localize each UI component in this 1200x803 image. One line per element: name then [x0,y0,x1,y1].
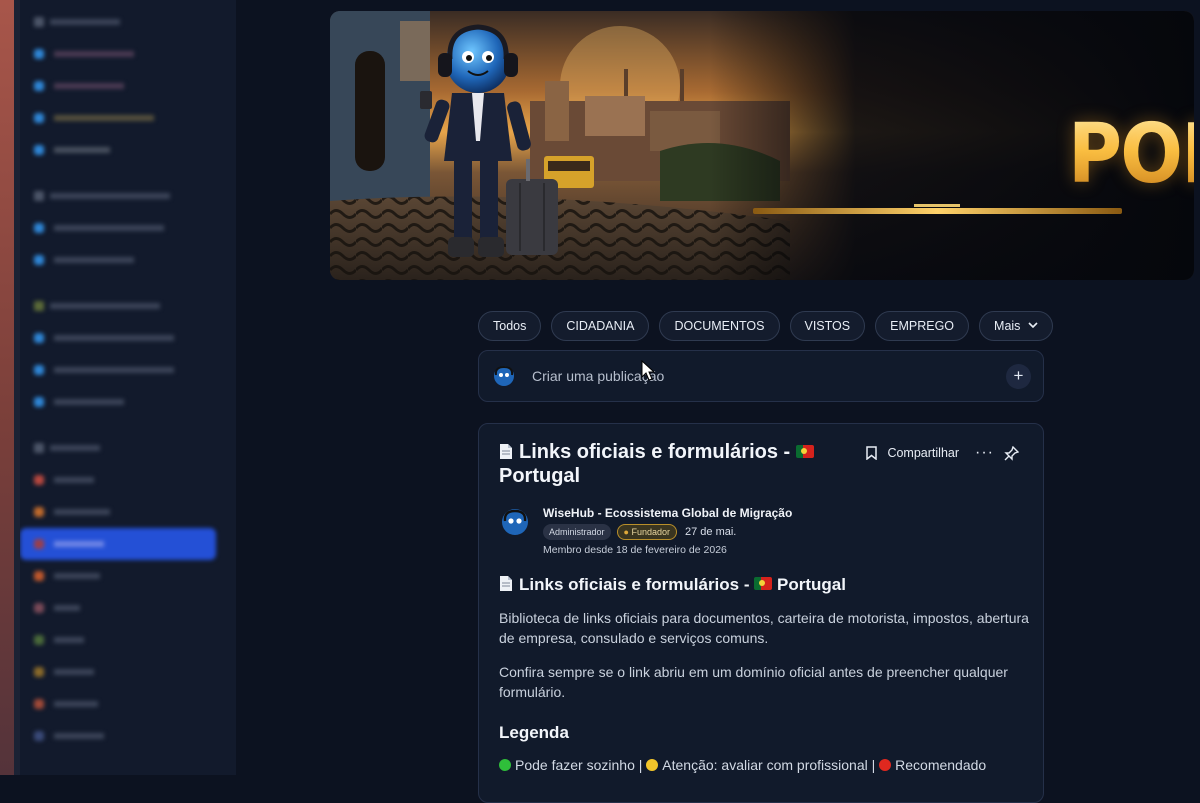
sidebar-blurred-content [20,0,236,752]
pin-icon[interactable] [1004,445,1019,461]
legend-red: Recomendado [895,757,987,773]
create-post-composer[interactable]: Criar uma publicação + [478,350,1044,402]
sidebar-item[interactable] [20,38,216,70]
sidebar [20,0,236,775]
sidebar-item[interactable] [20,624,216,656]
legend-yellow: Atenção: avaliar com profissional [662,757,868,773]
founder-badge: ● Fundador [616,524,677,540]
sidebar-item[interactable] [20,102,216,134]
bookmark-icon[interactable] [866,446,878,460]
sidebar-item[interactable] [20,592,216,624]
sidebar-section-3 [34,298,236,314]
legend-heading: Legenda [499,723,569,742]
sidebar-item[interactable] [20,656,216,688]
sidebar-section-2 [34,188,236,204]
post-actions: Compartilhar ··· [866,444,1019,462]
sidebar-item-portugal[interactable] [20,528,216,560]
post-heading: Links oficiais e formulários - Portugal [499,575,846,595]
post-heading-text: Links oficiais e formulários - [519,575,750,594]
add-post-button[interactable]: + [1006,364,1031,389]
sidebar-item[interactable] [20,244,216,276]
green-circle-icon [499,759,511,771]
legend-separator: | [638,757,643,773]
sidebar-item[interactable] [20,386,216,418]
sidebar-item[interactable] [20,70,216,102]
legend-line: Pode fazer sozinho | Atenção: avaliar co… [499,757,986,773]
sidebar-item[interactable] [20,720,216,752]
portugal-flag-icon [795,445,814,458]
sidebar-item[interactable] [20,322,216,354]
legend-separator: | [871,757,876,773]
sidebar-item[interactable] [20,496,216,528]
post-card: Links oficiais e formulários - Portugal … [478,423,1044,803]
legend-green: Pode fazer sozinho [515,757,635,773]
member-since: Membro desde 18 de fevereiro de 2026 [543,544,727,556]
post-paragraph-2: Confira sempre se o link abriu em um dom… [499,664,1008,700]
sidebar-section-1 [34,14,236,30]
post-title-suffix: Portugal [499,465,581,487]
tab-mais[interactable]: Mais [979,311,1054,341]
community-banner: PORTUGAL [330,11,1194,280]
mouse-cursor-icon [641,360,655,381]
post-heading-suffix: Portugal [776,575,846,594]
user-avatar [494,365,514,386]
author-name[interactable]: WiseHub - Ecossistema Global de Migração [543,506,792,520]
sidebar-item[interactable] [20,688,216,720]
category-tabs: Todos CIDADANIA DOCUMENTOS VISTOS EMPREG… [478,311,1054,341]
tab-todos[interactable]: Todos [478,311,542,341]
yellow-circle-icon [646,759,659,771]
tab-vistos[interactable]: VISTOS [789,311,866,341]
sidebar-item[interactable] [20,134,216,166]
more-options-icon[interactable]: ··· [975,444,994,462]
banner-illustration [330,11,1194,280]
tab-documentos[interactable]: DOCUMENTOS [659,311,780,341]
share-button[interactable]: Compartilhar [887,446,959,460]
sidebar-item[interactable] [20,354,216,386]
post-paragraph-1: Biblioteca de links oficiais para docume… [499,610,1029,646]
author-avatar[interactable] [501,508,529,536]
document-icon [500,444,512,459]
document-icon [500,576,512,591]
sidebar-item[interactable] [20,560,216,592]
post-date: 27 de mai. [685,526,737,538]
founder-badge-label: Fundador [631,527,670,537]
sidebar-section-4 [34,440,236,456]
chevron-down-icon [1028,322,1039,328]
admin-badge: Administrador [543,524,611,540]
portugal-flag-icon [754,577,773,590]
sidebar-item[interactable] [20,464,216,496]
tab-mais-label: Mais [994,319,1021,333]
post-title-text: Links oficiais e formulários - [519,441,791,463]
author-badges: Administrador ● Fundador 27 de mai. [543,524,736,540]
sidebar-item[interactable] [20,212,216,244]
red-circle-icon [879,759,892,771]
post-title[interactable]: Links oficiais e formulários - Portugal [499,440,819,488]
tab-emprego[interactable]: EMPREGO [875,311,970,341]
tab-cidadania[interactable]: CIDADANIA [551,311,650,341]
banner-title: PORTUGAL [1068,107,1194,203]
window-edge [0,0,14,775]
